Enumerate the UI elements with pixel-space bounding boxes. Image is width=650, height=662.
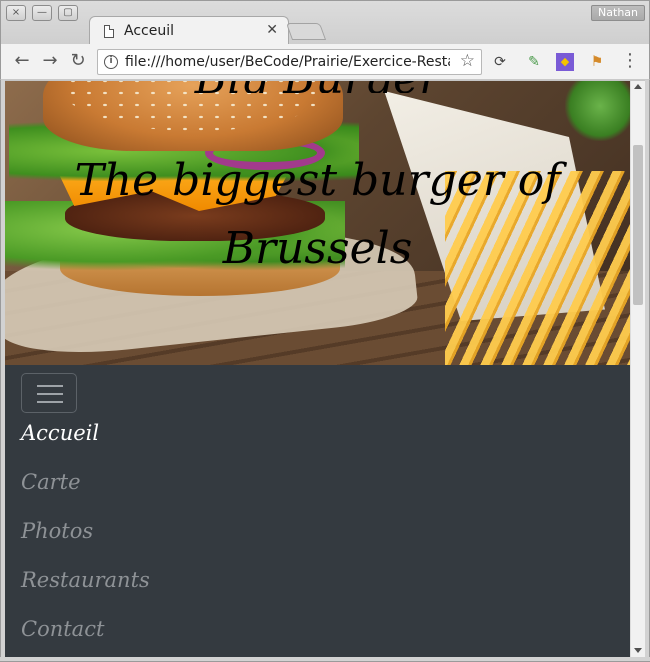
nav-link-carte[interactable]: Carte [21, 470, 81, 494]
tab-title: Acceuil [124, 23, 174, 39]
close-icon: × [11, 7, 21, 18]
hamburger-icon-bar [37, 385, 63, 387]
nav-link-photos[interactable]: Photos [21, 519, 93, 543]
scrollbar-thumb[interactable] [633, 145, 643, 305]
nav-link-restaurants[interactable]: Restaurants [21, 568, 150, 592]
hamburger-icon-bar [37, 393, 63, 395]
scroll-down-arrow-icon[interactable] [634, 648, 642, 653]
window-close-button[interactable]: × [6, 5, 26, 21]
reload-icon[interactable]: ↻ [67, 50, 89, 72]
back-arrow-icon[interactable]: ← [11, 50, 33, 72]
flag-extension-icon[interactable]: ⚑ [588, 53, 606, 71]
window-maximize-button[interactable]: ▢ [58, 5, 78, 21]
hero-banner-image: Big Burger The biggest burger of Brussel… [5, 81, 630, 365]
page-viewport: Big Burger The biggest burger of Brussel… [5, 81, 630, 657]
browser-toolbar: ← → ↻ i file:///home/user/BeCode/Prairie… [0, 44, 650, 80]
tab-close-icon[interactable]: ✕ [266, 22, 278, 38]
hero-tagline-line2: Brussels [222, 223, 413, 274]
more-menu-icon[interactable]: ⋮ [619, 50, 641, 72]
window-border-right [645, 80, 650, 662]
vertical-scrollbar[interactable] [630, 81, 645, 657]
hero-title-partial: Big Burger [5, 81, 630, 93]
maximize-icon: ▢ [63, 7, 73, 18]
nav-link-contact[interactable]: Contact [21, 617, 104, 641]
url-text[interactable]: file:///home/user/BeCode/Prairie/Exercic… [125, 54, 450, 70]
eyedropper-extension-icon[interactable]: ✎ [525, 53, 543, 71]
sync-extension-icon[interactable]: ⟳ [491, 53, 509, 71]
window-minimize-button[interactable]: — [32, 5, 52, 21]
new-tab-button[interactable] [285, 23, 327, 40]
hamburger-icon-bar [37, 401, 63, 403]
window-border-bottom [0, 657, 650, 662]
tab-acceuil[interactable]: Acceuil ✕ [89, 16, 289, 46]
profile-extension-icon[interactable]: ◆ [556, 53, 574, 71]
hero-tagline-line1: The biggest burger of [74, 155, 561, 206]
page-icon [104, 25, 114, 38]
address-bar[interactable]: i file:///home/user/BeCode/Prairie/Exerc… [97, 49, 482, 75]
info-icon[interactable]: i [104, 55, 118, 69]
navbar-toggle-button[interactable] [21, 373, 77, 413]
minimize-icon: — [37, 7, 47, 18]
scroll-up-arrow-icon[interactable] [634, 84, 642, 89]
bookmark-star-icon[interactable]: ☆ [460, 51, 475, 71]
forward-arrow-icon[interactable]: → [39, 50, 61, 72]
window-titlebar: × — ▢ Nathan Acceuil ✕ [0, 0, 650, 46]
nav-link-accueil[interactable]: Accueil [21, 421, 99, 445]
navbar: Accueil Carte Photos Restaurants Contact [5, 365, 630, 657]
user-profile-button[interactable]: Nathan [591, 5, 645, 21]
